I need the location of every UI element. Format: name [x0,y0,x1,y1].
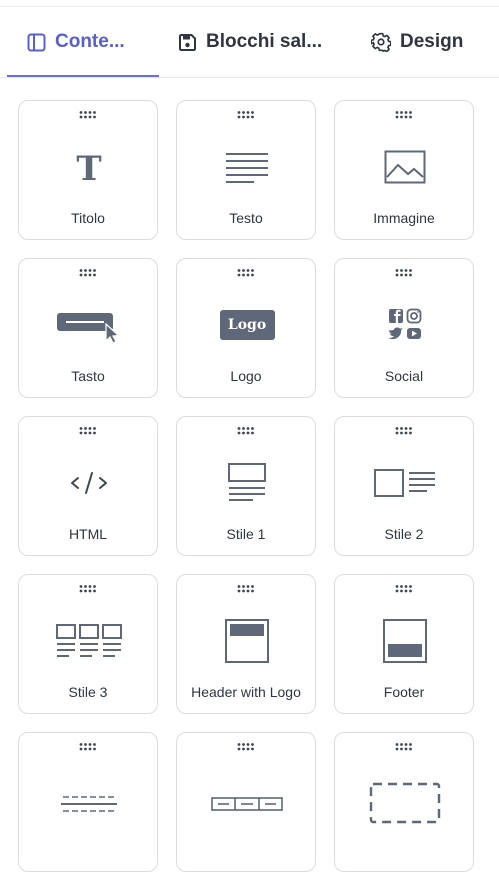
block-card-style-2[interactable]: Stile 2 [334,416,474,556]
tab-design[interactable]: Design [371,7,463,77]
style-1-layout-icon [207,455,287,511]
block-card-logo[interactable]: Logo Logo [176,258,316,398]
html-code-icon [49,455,129,511]
block-label: HTML [68,526,108,542]
block-card-style-3[interactable]: Stile 3 [18,574,158,714]
block-card-header-with-logo[interactable]: Header with Logo [176,574,316,714]
block-card-text[interactable]: Testo [176,100,316,240]
drag-handle-icon[interactable] [77,426,99,436]
block-card-social[interactable]: Social [334,258,474,398]
block-label: Tasto [71,368,105,384]
block-label: Stile 2 [384,526,424,542]
style-2-layout-icon [365,455,445,511]
drag-handle-icon[interactable] [393,426,415,436]
style-3-layout-icon [49,613,129,669]
block-label: Footer [383,684,425,700]
drag-handle-icon[interactable] [393,110,415,120]
footer-icon [365,613,445,669]
block-label: Stile 3 [68,684,108,700]
active-tab-indicator [7,75,159,77]
block-card-image[interactable]: Immagine [334,100,474,240]
text-icon [207,139,287,195]
image-icon [365,139,445,195]
tab-design-label: Design [400,31,464,52]
gear-icon [371,32,391,52]
drag-handle-icon[interactable] [77,268,99,278]
sidebar-panel-icon [27,33,46,52]
block-label: Titolo [71,210,105,226]
block-label: Testo [229,210,263,226]
svg-text:T: T [76,149,101,187]
tab-saved-blocks-label: Blocchi sal... [206,31,323,52]
logo-icon: Logo [207,297,287,353]
block-label: Header with Logo [191,684,301,700]
block-card-title[interactable]: T Titolo [18,100,158,240]
drag-handle-icon[interactable] [235,110,257,120]
drag-handle-icon[interactable] [393,268,415,278]
drag-handle-icon[interactable] [235,742,257,752]
logo-icon-text: Logo [219,310,275,340]
drag-handle-icon[interactable] [393,584,415,594]
divider-icon [49,771,129,827]
block-card-spacer[interactable] [334,732,474,872]
block-label: Logo [230,368,262,384]
tab-saved-blocks[interactable]: Blocchi sal... [178,7,322,77]
drag-handle-icon[interactable] [77,584,99,594]
block-label: Immagine [373,210,435,226]
social-icon [365,297,445,353]
tab-content-label: Conte... [55,31,125,52]
drag-handle-icon[interactable] [235,584,257,594]
block-card-divider[interactable] [18,732,158,872]
block-card-style-1[interactable]: Stile 1 [176,416,316,556]
drag-handle-icon[interactable] [235,268,257,278]
drag-handle-icon[interactable] [77,742,99,752]
button-icon [49,297,129,353]
header-with-logo-icon [207,613,287,669]
block-label: Stile 1 [226,526,266,542]
drag-handle-icon[interactable] [235,426,257,436]
tab-content[interactable]: Conte... [27,7,125,77]
block-card-columns[interactable] [176,732,316,872]
drag-handle-icon[interactable] [77,110,99,120]
block-card-button[interactable]: Tasto [18,258,158,398]
title-icon: T [49,139,129,195]
drag-handle-icon[interactable] [393,742,415,752]
tab-bar: Conte... Blocchi sal... Design [0,7,499,78]
spacer-icon [365,771,445,827]
block-card-footer[interactable]: Footer [334,574,474,714]
columns-icon [207,771,287,827]
save-icon [178,33,197,52]
block-label: Social [384,368,424,384]
block-card-html[interactable]: HTML [18,416,158,556]
